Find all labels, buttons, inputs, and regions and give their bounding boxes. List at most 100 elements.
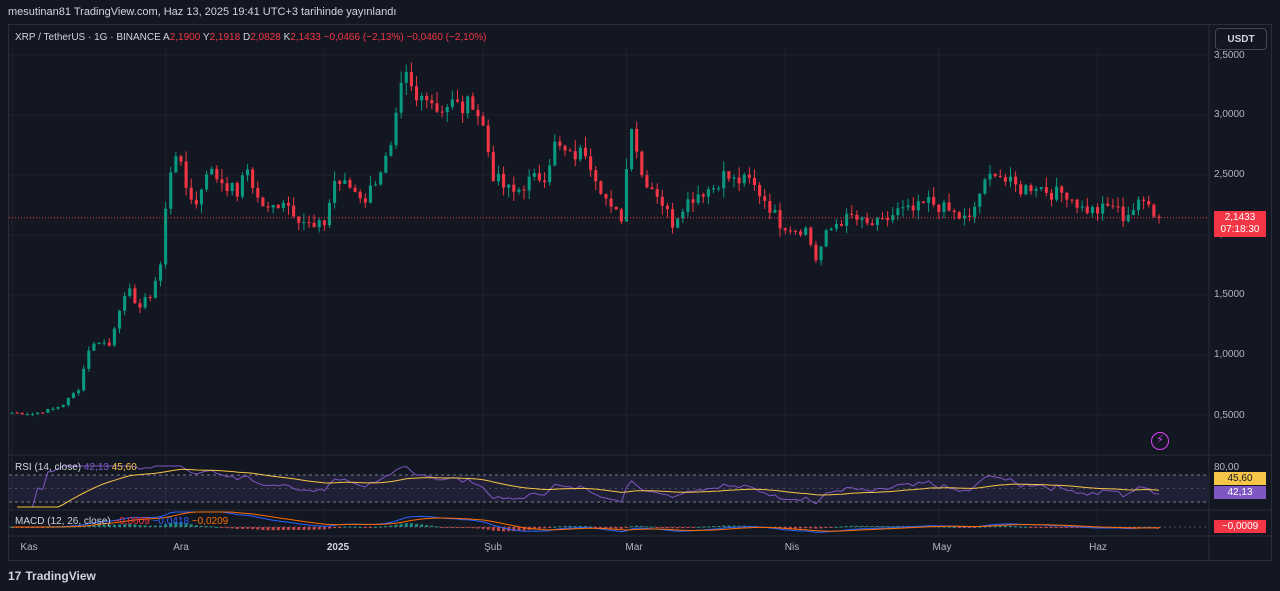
candle-body: [839, 223, 844, 226]
candle-body: [594, 170, 598, 182]
macd-histogram-bar: [251, 527, 255, 530]
candle-body: [1147, 201, 1151, 205]
candle-body: [123, 295, 127, 311]
candle-body: [430, 100, 434, 104]
candle-body: [701, 194, 705, 197]
macd-histogram-bar: [860, 525, 864, 527]
high-value: 2,1918: [209, 32, 241, 43]
x-axis-label: Nis: [784, 542, 800, 553]
candle-body: [1024, 185, 1028, 195]
candle-body: [286, 202, 291, 206]
candle-body: [1014, 176, 1018, 185]
candle-body: [189, 187, 193, 200]
symbol-legend: XRP / TetherUS · 1G · BINANCE A2,1900 Y2…: [15, 32, 487, 43]
candle-body: [199, 189, 203, 205]
candle-body: [379, 172, 383, 185]
macd-histogram-bar: [266, 527, 270, 531]
brand-name[interactable]: TradingView: [25, 569, 95, 583]
macd-histogram-bar: [665, 527, 669, 528]
candle-body: [686, 199, 690, 212]
candle-body: [87, 350, 91, 369]
macd-histogram-bar: [246, 527, 250, 529]
macd-histogram-bar: [220, 527, 224, 528]
candle-body: [1131, 210, 1135, 216]
macd-histogram-bar: [578, 525, 582, 527]
candle-body: [502, 173, 506, 188]
candle-body: [737, 177, 741, 184]
lightning-icon[interactable]: ⚡: [1151, 432, 1169, 450]
rsi-label[interactable]: RSI (14, close): [15, 462, 81, 473]
candle-body: [225, 183, 229, 192]
macd-histogram-bar: [450, 527, 454, 528]
macd-histogram-bar: [691, 527, 695, 528]
candle-body: [56, 406, 60, 409]
macd-histogram-bar: [1060, 527, 1064, 528]
macd-histogram-bar: [635, 525, 639, 527]
candle-body: [97, 342, 101, 344]
macd-histogram-bar: [809, 527, 813, 529]
macd-histogram-bar: [568, 525, 572, 527]
candle-body: [414, 86, 419, 101]
candle-body: [112, 328, 116, 346]
candle-body: [394, 112, 398, 146]
candle-body: [768, 200, 772, 213]
candle-body: [256, 187, 260, 198]
candle-body: [998, 175, 1002, 177]
macd-histogram-bar: [957, 527, 961, 528]
candle-body: [717, 188, 721, 190]
candle-body: [635, 128, 639, 152]
symbol-name[interactable]: XRP / TetherUS · 1G · BINANCE: [15, 32, 161, 43]
chart-canvas[interactable]: [0, 0, 1280, 591]
candle-body: [589, 156, 593, 171]
candle-body: [860, 217, 864, 220]
macd-histogram-bar: [1034, 527, 1038, 528]
macd-histogram-bar: [599, 527, 603, 528]
tradingview-logo-icon: 17: [8, 569, 22, 583]
candle-body: [676, 218, 680, 228]
high-key: Y: [202, 32, 210, 43]
candle-body: [276, 204, 280, 208]
candle-body: [179, 156, 183, 162]
candle-body: [993, 173, 997, 176]
candle-body: [978, 193, 982, 207]
rsi-value: 42,13: [83, 462, 109, 473]
macd-histogram-bar: [297, 527, 301, 531]
macd-histogram-bar: [215, 526, 219, 528]
candle-body: [158, 264, 163, 281]
price-label: 0,5000: [1214, 410, 1245, 421]
candle-body: [1096, 207, 1100, 214]
candle-body: [435, 103, 439, 112]
macd-histogram-bar: [394, 524, 398, 527]
candle-body: [906, 205, 910, 208]
candle-body: [1060, 186, 1064, 193]
candle-body: [143, 297, 147, 308]
candle-body: [353, 187, 357, 192]
candle-body: [568, 150, 572, 152]
candle-body: [512, 184, 516, 192]
macd-histogram-bar: [558, 526, 562, 528]
macd-histogram-bar: [676, 527, 680, 529]
candle-body: [25, 414, 29, 416]
macd-label[interactable]: MACD (12, 26, close): [15, 516, 111, 527]
candle-body: [650, 187, 654, 190]
macd-histogram-bar: [445, 527, 449, 528]
candle-body: [317, 220, 321, 228]
macd-histogram-bar: [614, 527, 618, 529]
macd-histogram-bar: [563, 525, 567, 527]
candle-body: [261, 197, 265, 207]
candle-body: [804, 227, 808, 235]
macd-histogram-bar: [389, 525, 393, 527]
macd-histogram-bar: [573, 526, 577, 528]
currency-button[interactable]: USDT: [1215, 28, 1267, 50]
rsi-legend: RSI (14, close) 42,13 45,60: [15, 462, 137, 473]
candle-body: [809, 227, 813, 245]
candle-body: [824, 230, 828, 247]
change-value: −0,0466 (−2,13%): [323, 32, 404, 43]
candle-body: [251, 169, 255, 188]
candle-body: [445, 106, 449, 113]
candle-body: [164, 208, 168, 265]
bar-countdown: 07:18:30: [1220, 224, 1260, 235]
candle-body: [778, 210, 782, 229]
candle-body: [440, 111, 444, 113]
candle-body: [793, 230, 797, 232]
